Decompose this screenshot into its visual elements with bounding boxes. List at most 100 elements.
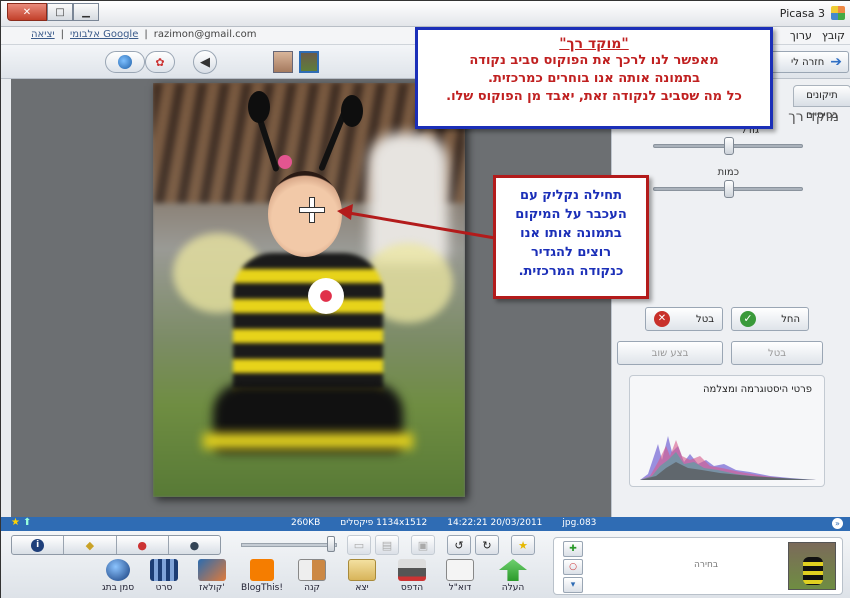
blogger-icon (250, 559, 274, 581)
panel-title: מוקד רך (788, 109, 839, 125)
tool-geotag[interactable]: סמן בתג (93, 559, 143, 593)
film-icon (150, 559, 178, 581)
upload-status-icon: ⬆ (23, 517, 32, 528)
tool-movie-label: סרט (155, 583, 173, 593)
places-button[interactable]: ● (117, 536, 169, 554)
size-slider[interactable] (653, 137, 803, 155)
menus: קובץ ערוך (790, 29, 845, 42)
selection-tray: בחירה (553, 537, 843, 595)
tip-line-3: בתמונה אותו אנו (520, 226, 622, 241)
account-links: יציאה | אלבומי Google | razimon@gmail.co… (31, 29, 257, 40)
people-button[interactable]: ✿ (145, 51, 175, 73)
focus-point-crosshair-icon[interactable] (299, 197, 325, 223)
arrow-left-icon: ◀ (200, 54, 210, 70)
collage-icon (198, 559, 226, 581)
undo-button[interactable]: בטל (731, 341, 823, 365)
zoom-slider[interactable] (241, 543, 337, 547)
shop-icon (298, 559, 326, 581)
rotate-left-button[interactable]: ↺ (447, 535, 471, 555)
callout-line-3: כל מה שסביב לנקודה זאת, יאבד מן הפוקוס ש… (446, 89, 742, 104)
account-email: razimon@gmail.com (153, 29, 257, 40)
pin-icon: ✚ (569, 544, 577, 554)
film-view-button[interactable]: ▤ (375, 535, 399, 555)
status-bar: ★ ⬆ 083.jpg 20/03/2011 14:22:21 1134x151… (1, 517, 850, 531)
menu-file[interactable]: קובץ (822, 29, 845, 42)
tool-geotag-label: סמן בתג (101, 583, 135, 593)
back-to-library-label: חזרה לי (790, 56, 825, 68)
tool-movie[interactable]: סרט (139, 559, 189, 593)
callout-line-1: מאפשר לנו לרכך את הפוקוס סביב נקודה (469, 53, 719, 68)
app-title: Picasa 3 (779, 7, 825, 20)
tool-shop[interactable]: קנה (287, 559, 337, 593)
view-mode-bar: i ◆ ● ● (11, 535, 221, 555)
amount-label: כמות (717, 167, 739, 178)
cancel-label: בטל (696, 313, 714, 325)
redo-button[interactable]: בצע שוב (617, 341, 723, 365)
clear-icon: ○ (569, 562, 577, 572)
file-size: 260KB (291, 518, 321, 528)
amount-slider[interactable] (653, 180, 803, 198)
photo-canvas[interactable] (153, 83, 465, 497)
tool-upload[interactable]: העלה (488, 559, 538, 593)
photo-view-button[interactable]: ▭ (347, 535, 371, 555)
selected-photo-thumb[interactable] (788, 542, 836, 590)
title-bar: ✕ □ ▁ Picasa 3 (1, 1, 850, 27)
tool-export[interactable]: יצא (337, 559, 387, 593)
cancel-x-icon: ✕ (654, 311, 670, 327)
apply-button[interactable]: החל ✓ (731, 307, 809, 331)
undo-label: בטל (768, 347, 786, 359)
exit-link[interactable]: יציאה (31, 29, 55, 40)
tip-line-2: העכבר על המיקום (515, 207, 627, 222)
filmstrip-thumb-1[interactable] (273, 51, 293, 73)
expand-icon[interactable]: » (832, 518, 843, 529)
star-outline-icon: ★ (518, 538, 528, 552)
filmstrip-icon: ▤ (381, 538, 393, 552)
hold-button[interactable]: ✚ (563, 541, 583, 557)
previous-photo-button[interactable]: ◀ (193, 50, 217, 74)
tool-shop-label: קנה (304, 583, 320, 593)
info-button[interactable]: i (12, 536, 65, 554)
menu-edit[interactable]: ערוך (790, 29, 812, 42)
minimize-button[interactable]: ▁ (73, 3, 99, 21)
tool-email-label: דוא"ל (448, 583, 472, 593)
apply-label: החל (781, 313, 800, 325)
tool-collage[interactable]: קולאז' (187, 559, 237, 593)
amount-slider-knob[interactable] (724, 180, 734, 198)
size-slider-knob[interactable] (724, 137, 734, 155)
close-button[interactable]: ✕ (7, 3, 47, 21)
add-to-album-button[interactable]: ▾ (563, 577, 583, 593)
rotate-right-button[interactable]: ↻ (475, 535, 499, 555)
zoom-slider-knob[interactable] (327, 536, 335, 552)
map-pin-icon: ● (137, 538, 147, 552)
people-panel-button[interactable]: ● (169, 536, 220, 554)
globe-button[interactable] (105, 51, 145, 73)
file-name: 083.jpg (562, 518, 597, 528)
email-icon (446, 559, 474, 581)
maximize-button[interactable]: □ (47, 3, 73, 21)
tip-line-4: רוצים להגדיר (530, 245, 612, 260)
histogram-graph (640, 436, 816, 480)
tags-button[interactable]: ◆ (64, 536, 117, 554)
redo-label: בצע שוב (651, 347, 689, 359)
filmstrip-thumb-current[interactable] (299, 51, 319, 73)
click-point-callout: תחילה נקליק עם העכבר על המיקום בתמונה או… (493, 175, 649, 299)
person-icon: ● (189, 538, 200, 552)
checkmark-icon: ✓ (740, 311, 756, 327)
star-button[interactable]: ★ (511, 535, 535, 555)
star-icon[interactable]: ★ (11, 517, 20, 528)
selection-label: בחירה (694, 560, 719, 570)
tool-print[interactable]: הדפס (387, 559, 437, 593)
tool-blogthis[interactable]: BlogThis! (237, 559, 287, 593)
tab-basic-fixes[interactable]: תיקונים בסיסיים (793, 85, 850, 121)
clear-selection-button[interactable]: ○ (563, 559, 583, 575)
slideshow-button[interactable]: ▣ (411, 535, 435, 555)
tool-email[interactable]: דוא"ל (435, 559, 485, 593)
google-albums-link[interactable]: אלבומי Google (70, 29, 138, 40)
cancel-button[interactable]: בטל ✕ (645, 307, 723, 331)
globe-icon (118, 55, 132, 69)
tag-icon: ◆ (85, 538, 95, 552)
tool-blogthis-label: BlogThis! (241, 583, 283, 593)
file-datetime: 20/03/2011 14:22:21 (447, 518, 543, 528)
tool-collage-label: קולאז' (199, 583, 225, 593)
upload-arrow-icon (499, 559, 527, 581)
